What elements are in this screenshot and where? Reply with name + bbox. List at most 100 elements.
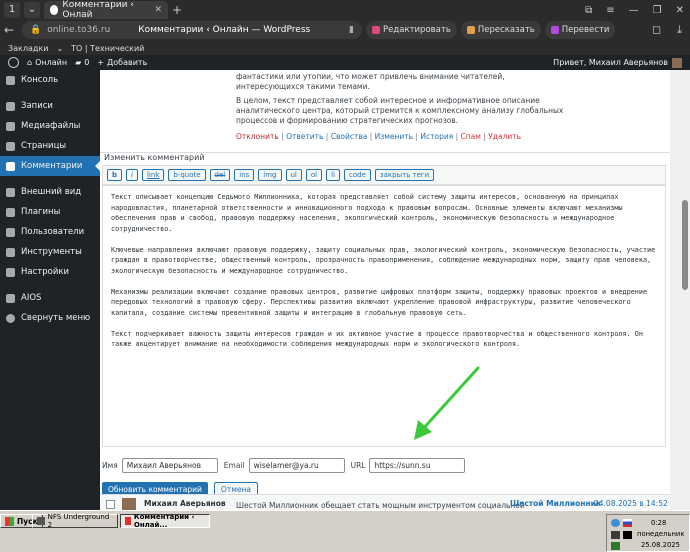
li-button[interactable]: li	[326, 169, 341, 181]
extensions-icon[interactable]: ◻	[652, 23, 661, 37]
author-fields-row: Имя Михаил Аверьянов Email wiselamer@ya.…	[100, 452, 670, 478]
yandex-icon	[125, 517, 131, 525]
telegram-icon[interactable]	[611, 519, 620, 527]
language-flag-icon[interactable]	[623, 519, 632, 527]
bookmark-icon[interactable]: ▮	[349, 25, 354, 35]
name-field[interactable]: Михаил Аверьянов	[121, 457, 218, 473]
chevron-down-icon[interactable]: ⌄	[24, 2, 40, 18]
comment-date-link[interactable]: 24.08.2025 в 14:52	[594, 499, 668, 508]
sidebar-item-appearance[interactable]: Внешний вид	[0, 182, 100, 202]
sidebar-item-media[interactable]: Медиафайлы	[0, 116, 100, 136]
ul-button[interactable]: ul	[285, 169, 302, 181]
plus-icon: +	[97, 58, 105, 67]
page-scrollbar[interactable]	[680, 70, 690, 510]
bookmark-item[interactable]: ТО | Технический	[71, 44, 144, 53]
site-name-link[interactable]: ⌂ Онлайн	[27, 58, 67, 67]
trash-link[interactable]: Удалить	[488, 132, 521, 141]
avatar	[122, 498, 136, 510]
scrollbar-thumb[interactable]	[682, 200, 688, 290]
comment-text-line: процессов и формированию стратегических …	[236, 116, 459, 125]
copy-icon[interactable]: ⧉	[585, 5, 592, 16]
sidebar-item-aios[interactable]: AIOS	[0, 288, 100, 308]
url-page-title: Комментарии ‹ Онлайн — WordPress	[138, 25, 311, 35]
taskbar-task[interactable]: NFS Underground 2	[32, 513, 118, 529]
sidebar-item-comments[interactable]: Комментарии	[0, 156, 100, 176]
editor-paragraph: Текст описывает концепцию Седьмого Милли…	[111, 193, 623, 233]
img-button[interactable]: img	[258, 169, 282, 181]
spam-link[interactable]: Спам	[461, 132, 481, 141]
comment-text-line: фантастики или утопии, что может привлеч…	[236, 72, 505, 81]
comment-content-textarea[interactable]: Текст описывает концепцию Седьмого Милли…	[102, 185, 666, 447]
wp-logo-button[interactable]	[8, 57, 19, 68]
del-button[interactable]: del	[209, 169, 231, 181]
chevron-down-icon[interactable]: ⌄	[56, 44, 63, 53]
wp-admin-bar: ⌂ Онлайн ▰ 0 + Добавить Привет, Михаил А…	[0, 55, 690, 70]
close-window-icon[interactable]: ✕	[676, 5, 684, 16]
response-post-link[interactable]: Шестой Миллионник	[510, 499, 601, 508]
sidebar-item-label: Пользователи	[21, 227, 85, 237]
bold-button[interactable]: b	[107, 169, 123, 181]
bookmarks-menu[interactable]: Закладки	[8, 44, 48, 53]
edit-icon	[372, 26, 380, 34]
sidebar-item-plugins[interactable]: Плагины	[0, 202, 100, 222]
comments-link[interactable]: ▰ 0	[75, 58, 89, 67]
address-bar[interactable]: 🔒 online.to36.ru Комментарии ‹ Онлайн — …	[22, 21, 362, 39]
close-tags-button[interactable]: закрыть теги	[374, 169, 435, 181]
wordpress-icon	[50, 5, 59, 15]
minimize-icon[interactable]: —	[629, 5, 639, 16]
sidebar-item-posts[interactable]: Записи	[0, 96, 100, 116]
download-icon[interactable]: ⤓	[677, 23, 682, 37]
url-label: URL	[350, 460, 366, 470]
task-label: Комментарии ‹ Онлай...	[133, 513, 195, 529]
add-new-link[interactable]: + Добавить	[97, 58, 147, 67]
translate-icon	[550, 26, 559, 34]
history-link[interactable]: История	[420, 132, 453, 141]
sidebar-item-pages[interactable]: Страницы	[0, 136, 100, 156]
link-button[interactable]: link	[141, 169, 165, 181]
sidebar-item-label: Плагины	[21, 207, 61, 217]
reply-link[interactable]: Ответить	[286, 132, 323, 141]
clock-time[interactable]: 0:28	[651, 519, 666, 527]
network-icon[interactable]	[623, 531, 632, 539]
comment-excerpt: Шестой Миллионник обещает стать мощным и…	[236, 501, 525, 510]
edit-link[interactable]: Изменить	[375, 132, 413, 141]
sidebar-item-dashboard[interactable]: Консоль	[0, 70, 100, 90]
code-button[interactable]: code	[344, 169, 371, 181]
site-name: Онлайн	[35, 58, 68, 67]
quicktags-toolbar: b i link b-quote del ins img ul ol li co…	[102, 165, 666, 185]
retell-extension-button[interactable]: Пересказать	[460, 21, 541, 39]
toolbar-icons: ◻ ⤓	[652, 23, 690, 37]
email-field[interactable]: wiselamer@ya.ru	[248, 457, 345, 473]
sidebar-item-settings[interactable]: Настройки	[0, 262, 100, 282]
ol-button[interactable]: ol	[305, 169, 323, 181]
row-checkbox[interactable]	[106, 500, 115, 509]
blockquote-button[interactable]: b-quote	[168, 169, 206, 181]
tab-strip: 1 ⌄ Комментарии ‹ Онлай ✕ + ⧉ ≡ — ❐ ✕	[0, 0, 690, 20]
browser-tab[interactable]: Комментарии ‹ Онлай ✕	[44, 0, 168, 20]
quick-edit-link[interactable]: Свойства	[331, 132, 368, 141]
comment-author[interactable]: Михаил Аверьянов	[144, 499, 226, 508]
url-field[interactable]: https://sunn.su	[369, 457, 466, 473]
plus-icon[interactable]: +	[172, 3, 182, 17]
volume-icon[interactable]	[611, 531, 620, 539]
account-menu[interactable]: Привет, Михаил Аверьянов	[553, 57, 690, 68]
editor-paragraph: Ключевые направления включают правовую п…	[111, 245, 656, 275]
edit-comment-box: Изменить комментарий b i link b-quote de…	[100, 152, 670, 452]
edit-extension-button[interactable]: Редактировать	[366, 21, 457, 39]
back-icon[interactable]: ←	[0, 23, 18, 37]
ins-button[interactable]: ins	[234, 169, 255, 181]
taskbar-task-active[interactable]: Комментарии ‹ Онлай...	[120, 513, 210, 529]
menu-icon[interactable]: ≡	[606, 5, 614, 16]
close-icon[interactable]: ✕	[154, 5, 162, 15]
sidebar-item-label: Комментарии	[21, 161, 83, 171]
tray-app-icon[interactable]	[611, 542, 620, 550]
tab-counter-icon[interactable]: 1	[4, 2, 20, 18]
italic-button[interactable]: i	[126, 169, 138, 181]
sidebar-item-users[interactable]: Пользователи	[0, 222, 100, 242]
sidebar-item-tools[interactable]: Инструменты	[0, 242, 100, 262]
page-icon	[6, 141, 15, 151]
translate-extension-button[interactable]: Перевести	[544, 21, 616, 39]
restore-icon[interactable]: ❐	[653, 5, 662, 16]
unapprove-link[interactable]: Отклонить	[236, 132, 279, 141]
sidebar-collapse-menu[interactable]: Свернуть меню	[0, 308, 100, 328]
